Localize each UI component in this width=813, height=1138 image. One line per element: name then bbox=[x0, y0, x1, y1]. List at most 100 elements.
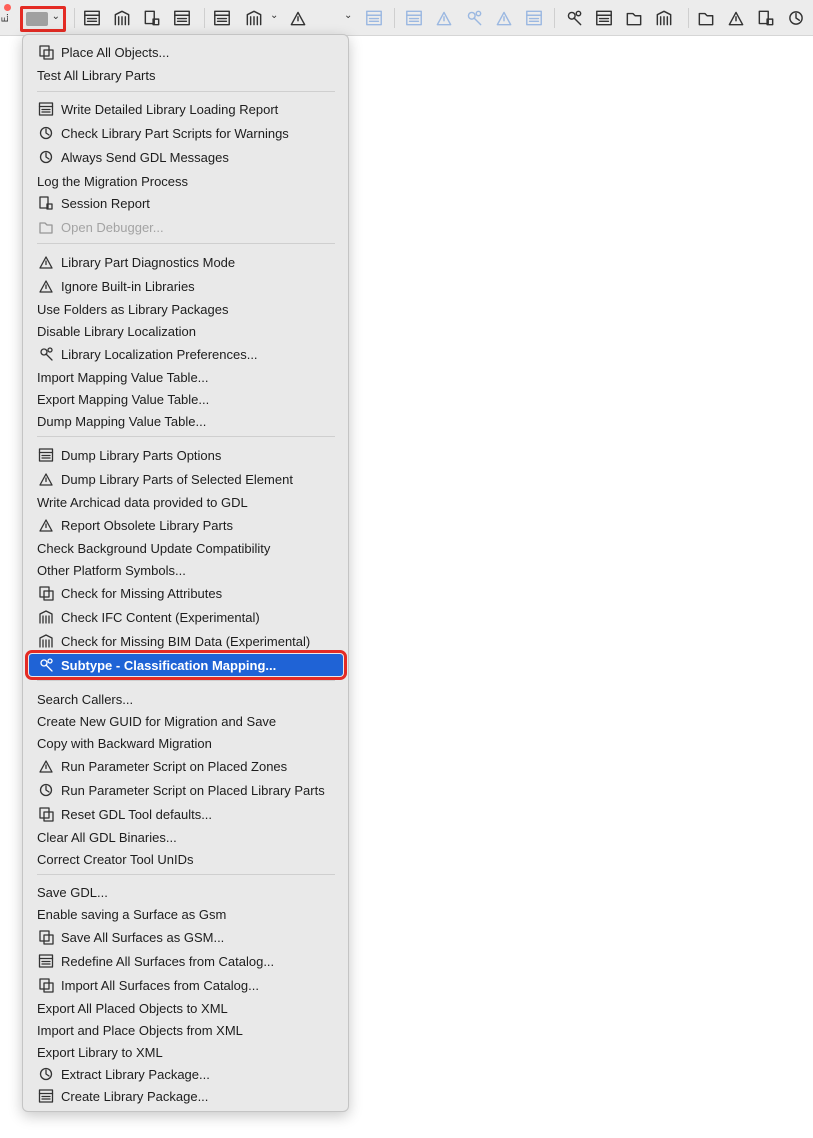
menu-item-always-send-gdl-messages[interactable]: Always Send GDL Messages bbox=[29, 146, 343, 168]
code-check-icon[interactable] bbox=[696, 8, 716, 28]
menu-item-search-callers[interactable]: Search Callers... bbox=[29, 688, 343, 710]
refresh-circle-icon bbox=[37, 781, 55, 799]
list-lines-icon[interactable] bbox=[624, 8, 644, 28]
menu-item-label: Other Platform Symbols... bbox=[37, 562, 186, 578]
menu-item-other-platform-symbols[interactable]: Other Platform Symbols... bbox=[29, 559, 343, 581]
chevron-down-icon: ⌄ bbox=[51, 11, 60, 22]
chevron-down-icon[interactable]: ⌄ bbox=[270, 10, 278, 21]
menu-item-label: Enable saving a Surface as Gsm bbox=[37, 906, 227, 922]
library-refresh-icon[interactable] bbox=[112, 8, 132, 28]
toolbar-separator bbox=[204, 8, 205, 28]
menu-item-label: Library Localization Preferences... bbox=[61, 346, 258, 362]
hammer-tools-icon[interactable] bbox=[726, 8, 746, 28]
menu-item-label: Disable Library Localization bbox=[37, 323, 196, 339]
menu-item-label: Check Library Part Scripts for Warnings bbox=[61, 125, 289, 141]
menu-item-place-all-objects[interactable]: Place All Objects... bbox=[29, 41, 343, 63]
menu-item-extract-library-package[interactable]: Extract Library Package... bbox=[29, 1063, 343, 1085]
menu-item-dump-library-parts-options[interactable]: Dump Library Parts Options bbox=[29, 444, 343, 466]
chevron-down-icon[interactable]: ⌄ bbox=[344, 10, 352, 21]
menu-item-label: Correct Creator Tool UnIDs bbox=[37, 851, 194, 867]
menu-item-save-all-surfaces-as-gsm[interactable]: Save All Surfaces as GSM... bbox=[29, 926, 343, 948]
menu-item-create-library-package[interactable]: Create Library Package... bbox=[29, 1085, 343, 1107]
menu-item-label: Copy with Backward Migration bbox=[37, 735, 212, 751]
menu-item-label: Extract Library Package... bbox=[61, 1066, 210, 1082]
menu-item-log-the-migration-process[interactable]: Log the Migration Process bbox=[29, 170, 343, 192]
menu-item-label: Report Obsolete Library Parts bbox=[61, 517, 233, 533]
menu-item-run-parameter-script-on-placed-library-parts[interactable]: Run Parameter Script on Placed Library P… bbox=[29, 779, 343, 801]
menu-item-create-new-guid-for-migration-and-save[interactable]: Create New GUID for Migration and Save bbox=[29, 710, 343, 732]
menu-item-check-ifc-content-experimental[interactable]: Check IFC Content (Experimental) bbox=[29, 606, 343, 628]
menu-item-save-gdl[interactable]: Save GDL... bbox=[29, 881, 343, 903]
menu-item-label: Redefine All Surfaces from Catalog... bbox=[61, 953, 275, 969]
inspect-icon[interactable] bbox=[494, 8, 514, 28]
menu-item-report-obsolete-library-parts[interactable]: Report Obsolete Library Parts bbox=[29, 514, 343, 536]
window-list-icon[interactable] bbox=[756, 8, 776, 28]
window-close-dot[interactable] bbox=[4, 4, 11, 11]
menu-item-disable-library-localization[interactable]: Disable Library Localization bbox=[29, 320, 343, 342]
menu-item-test-all-library-parts[interactable]: Test All Library Parts bbox=[29, 64, 343, 86]
menu-item-label: Subtype - Classification Mapping... bbox=[61, 657, 277, 673]
run-script-icon[interactable] bbox=[524, 8, 544, 28]
menu-item-check-library-part-scripts-for-warnings[interactable]: Check Library Part Scripts for Warnings bbox=[29, 122, 343, 144]
menu-item-redefine-all-surfaces-from-catalog[interactable]: Redefine All Surfaces from Catalog... bbox=[29, 950, 343, 972]
menu-item-write-archicad-data-provided-to-gdl[interactable]: Write Archicad data provided to GDL bbox=[29, 491, 343, 513]
menu-item-label: Dump Library Parts of Selected Element bbox=[61, 471, 293, 487]
zoom-shape-icon[interactable] bbox=[464, 8, 484, 28]
menu-item-check-background-update-compatibility[interactable]: Check Background Update Compatibility bbox=[29, 537, 343, 559]
menu-item-label: Check IFC Content (Experimental) bbox=[61, 609, 260, 625]
menu-item-import-mapping-value-table[interactable]: Import Mapping Value Table... bbox=[29, 366, 343, 388]
debugger-bug-icon bbox=[37, 218, 55, 236]
report-table-icon bbox=[37, 100, 55, 118]
menu-item-import-and-place-objects-from-xml[interactable]: Import and Place Objects from XML bbox=[29, 1019, 343, 1041]
menu-item-check-for-missing-attributes[interactable]: Check for Missing Attributes bbox=[29, 582, 343, 604]
menu-item-label: Import Mapping Value Table... bbox=[37, 369, 209, 385]
menu-item-library-part-diagnostics-mode[interactable]: Library Part Diagnostics Mode bbox=[29, 251, 343, 273]
menu-separator bbox=[37, 874, 335, 875]
menu-item-export-all-placed-objects-to-xml[interactable]: Export All Placed Objects to XML bbox=[29, 997, 343, 1019]
menu-item-label: Library Part Diagnostics Mode bbox=[61, 254, 236, 270]
bim-data-icon bbox=[37, 632, 55, 650]
menu-item-import-all-surfaces-from-catalog[interactable]: Import All Surfaces from Catalog... bbox=[29, 974, 343, 996]
menu-item-label: Export Mapping Value Table... bbox=[37, 391, 210, 407]
menu-item-dump-library-parts-of-selected-element[interactable]: Dump Library Parts of Selected Element bbox=[29, 468, 343, 490]
menu-item-enable-saving-a-surface-as-gsm[interactable]: Enable saving a Surface as Gsm bbox=[29, 903, 343, 925]
menu-item-label: Ignore Built-in Libraries bbox=[61, 278, 195, 294]
menu-item-library-localization-preferences[interactable]: Library Localization Preferences... bbox=[29, 343, 343, 365]
library-sync-icon[interactable] bbox=[172, 8, 192, 28]
menu-item-label: Test All Library Parts bbox=[37, 67, 156, 83]
list-warning-icon[interactable] bbox=[594, 8, 614, 28]
library-buildings-icon[interactable] bbox=[82, 8, 102, 28]
extract-package-icon bbox=[37, 1065, 55, 1083]
arrow-person-icon[interactable] bbox=[244, 8, 264, 28]
menu-item-export-library-to-xml[interactable]: Export Library to XML bbox=[29, 1041, 343, 1063]
menu-item-run-parameter-script-on-placed-zones[interactable]: Run Parameter Script on Placed Zones bbox=[29, 755, 343, 777]
menu-dropdown-button[interactable]: ⌄ bbox=[20, 6, 66, 32]
menu-item-label: Create New GUID for Migration and Save bbox=[37, 713, 277, 729]
library-part-icon[interactable] bbox=[212, 8, 232, 28]
swap-arrows-icon[interactable] bbox=[434, 8, 454, 28]
tree-structure-icon[interactable] bbox=[288, 8, 308, 28]
menu-item-label: Save All Surfaces as GSM... bbox=[61, 929, 225, 945]
menu-item-export-mapping-value-table[interactable]: Export Mapping Value Table... bbox=[29, 388, 343, 410]
menu-item-subtype-classification-mapping[interactable]: Subtype - Classification Mapping... bbox=[25, 650, 347, 680]
magnify-shape-icon[interactable] bbox=[404, 8, 424, 28]
menu-item-check-for-missing-bim-data-experimental[interactable]: Check for Missing BIM Data (Experimental… bbox=[29, 630, 343, 652]
toolbar-edge-label: E.. bbox=[1, 14, 11, 23]
menu-item-copy-with-backward-migration[interactable]: Copy with Backward Migration bbox=[29, 732, 343, 754]
menu-item-label: Use Folders as Library Packages bbox=[37, 301, 229, 317]
library-upload-icon[interactable] bbox=[142, 8, 162, 28]
guid-icon[interactable] bbox=[654, 8, 674, 28]
menu-item-clear-all-gdl-binaries[interactable]: Clear All GDL Binaries... bbox=[29, 826, 343, 848]
settings-gears-icon[interactable] bbox=[786, 8, 806, 28]
globe-icon[interactable] bbox=[364, 8, 384, 28]
indent-list-icon[interactable] bbox=[564, 8, 584, 28]
menu-item-write-detailed-library-loading-report[interactable]: Write Detailed Library Loading Report bbox=[29, 98, 343, 120]
menu-item-session-report[interactable]: Session Report bbox=[29, 192, 343, 214]
menu-item-label: Export All Placed Objects to XML bbox=[37, 1000, 228, 1016]
menu-item-dump-mapping-value-table[interactable]: Dump Mapping Value Table... bbox=[29, 410, 343, 432]
menu-item-use-folders-as-library-packages[interactable]: Use Folders as Library Packages bbox=[29, 298, 343, 320]
menu-item-correct-creator-tool-unids[interactable]: Correct Creator Tool UnIDs bbox=[29, 848, 343, 870]
library-location-icon bbox=[37, 345, 55, 363]
menu-item-ignore-built-in-libraries[interactable]: Ignore Built-in Libraries bbox=[29, 275, 343, 297]
menu-item-reset-gdl-tool-defaults[interactable]: Reset GDL Tool defaults... bbox=[29, 803, 343, 825]
